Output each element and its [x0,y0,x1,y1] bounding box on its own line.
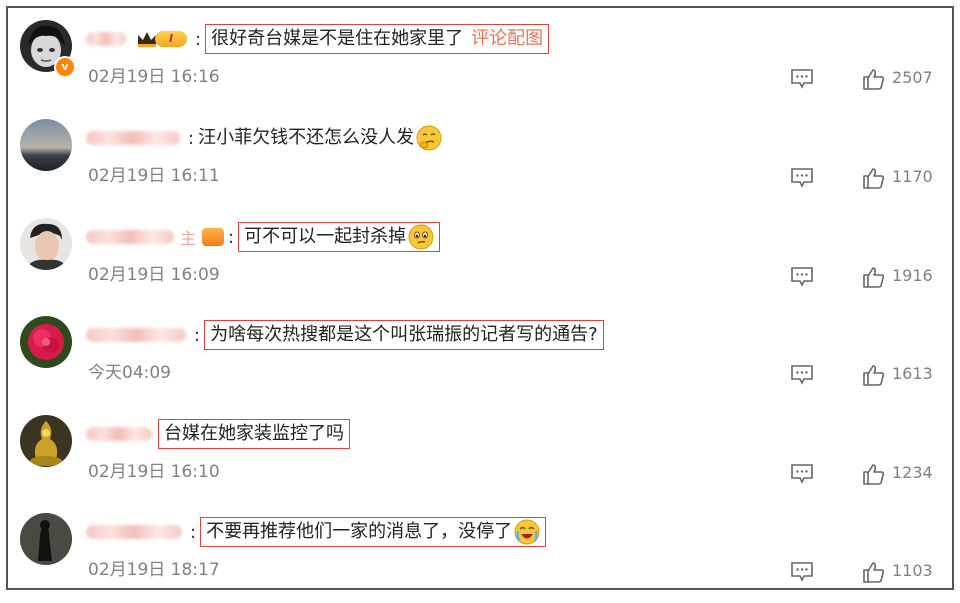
like-count: 1613 [892,364,933,383]
comment-text: 为啥每次热搜都是这个叫张瑞振的记者写的通告? [210,324,598,345]
comment-item: : 为啥每次热搜都是这个叫张瑞振的记者写的通告? 今天04:09 1613 [8,308,952,406]
reply-icon[interactable] [790,364,814,386]
like-icon[interactable] [862,166,886,190]
like-count: 2507 [892,68,933,87]
username-blurred[interactable] [86,427,152,441]
username-suffix: 主 [180,229,197,248]
comment-item: 台媒在她家装监控了吗 02月19日 16:10 1234 [8,407,952,505]
comment-list: v I : 很好奇台媒是不是住在她家里了 评论配图 02月19日 16:16 2… [6,6,954,590]
comment-time: 02月19日 16:10 [88,462,220,482]
emoji-smirk [408,224,434,250]
comment-time: 02月19日 16:11 [88,166,220,186]
like-icon[interactable] [862,363,886,387]
comment-text-box: 台媒在她家装监控了吗 [158,419,350,449]
username-blurred[interactable] [86,525,182,539]
reply-icon[interactable] [790,266,814,288]
comment-item: : 汪小菲欠钱不还怎么没人发 02月19日 16:11 1170 [8,111,952,209]
like-count: 1103 [892,561,933,580]
like-count: 1170 [892,167,933,186]
comment-text: 不要再推荐他们一家的消息了，没停了 [206,521,513,542]
comment-item: : 不要再推荐他们一家的消息了，没停了 02月19日 18:17 1103 [8,505,952,603]
vip-level: I [155,31,187,47]
comment-text: 可不可以一起封杀掉 [244,226,407,247]
comment-time: 02月19日 16:16 [88,67,220,87]
avatar[interactable] [20,513,72,565]
reply-icon[interactable] [790,68,814,90]
emoji-laugh-cry [514,519,540,545]
comment-text: 台媒在她家装监控了吗 [164,423,344,444]
emoji-thinking [416,125,442,151]
like-icon[interactable] [862,265,886,289]
avatar[interactable] [20,119,72,171]
like-icon[interactable] [862,560,886,584]
comment-item: v I : 很好奇台媒是不是住在她家里了 评论配图 02月19日 16:16 2… [8,12,952,110]
comment-time: 02月19日 18:17 [88,560,220,580]
comment-text-box: 很好奇台媒是不是住在她家里了 评论配图 [205,24,550,54]
comment-text-box: 为啥每次热搜都是这个叫张瑞振的记者写的通告? [204,320,604,350]
avatar[interactable] [20,415,72,467]
reply-icon[interactable] [790,561,814,583]
comment-time: 今天04:09 [88,363,171,383]
username-blurred[interactable] [86,32,126,46]
comment-item: 主 : 可不可以一起封杀掉 02月19日 16:09 1916 [8,210,952,308]
comment-time: 02月19日 16:09 [88,265,220,285]
comment-text-box: 不要再推荐他们一家的消息了，没停了 [200,517,547,547]
reply-icon[interactable] [790,463,814,485]
like-count: 1234 [892,463,933,482]
comment-text: 很好奇台媒是不是住在她家里了 [211,28,464,49]
reply-icon[interactable] [790,167,814,189]
avatar[interactable] [20,316,72,368]
avatar[interactable] [20,218,72,270]
comment-text-box: 可不可以一起封杀掉 [238,222,441,252]
verified-badge: v [54,56,76,78]
like-count: 1916 [892,266,933,285]
username-blurred[interactable] [86,131,180,145]
fan-badge-icon [202,228,225,246]
vip-badge: I [136,30,187,48]
like-icon[interactable] [862,462,886,486]
username-blurred[interactable] [86,230,174,244]
comment-text: 汪小菲欠钱不还怎么没人发 [198,127,415,148]
like-icon[interactable] [862,67,886,91]
username-blurred[interactable] [86,328,186,342]
comment-image-link[interactable]: 评论配图 [471,26,543,52]
